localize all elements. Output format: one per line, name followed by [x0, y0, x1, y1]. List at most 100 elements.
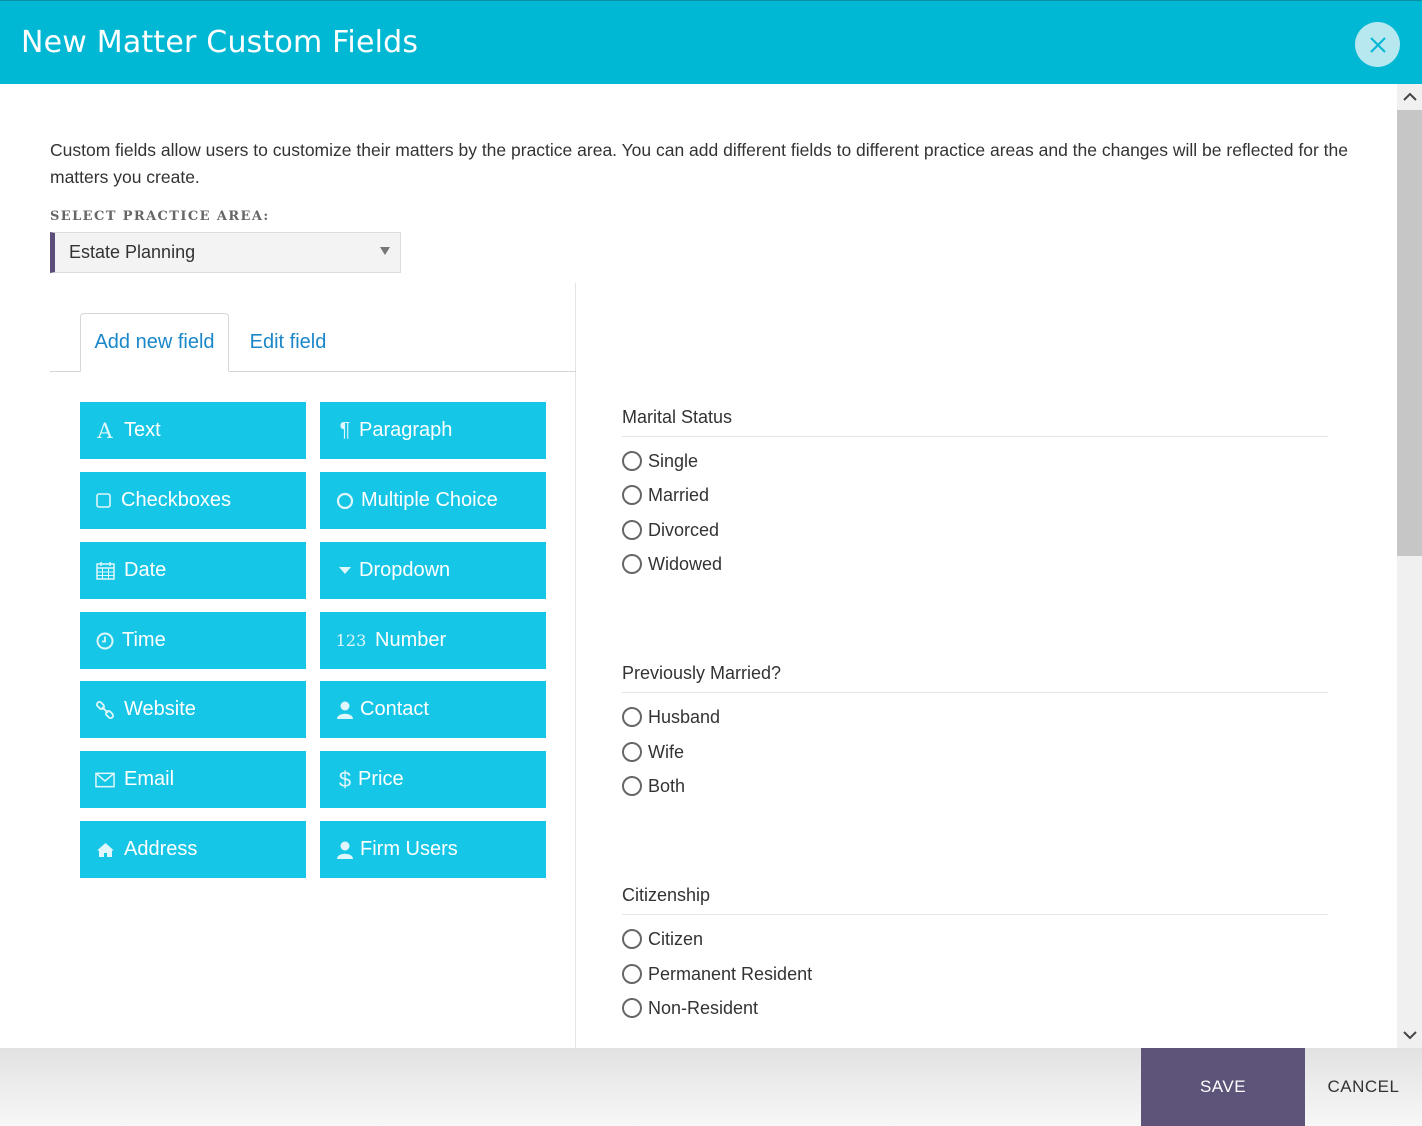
field-type-label: Website	[124, 698, 196, 720]
add-firm-users-field-button[interactable]: Firm Users	[320, 821, 546, 878]
field-type-label: Paragraph	[359, 419, 453, 441]
chevron-up-icon	[1402, 92, 1417, 101]
paragraph-icon: ¶	[339, 419, 351, 441]
field-group-divider	[622, 436, 1328, 437]
radio-label: Both	[648, 775, 686, 796]
intro-text: Custom fields allow users to customize t…	[50, 140, 1348, 187]
radio-button[interactable]	[622, 964, 642, 984]
radio-option[interactable]: Single	[622, 449, 698, 473]
add-time-field-button[interactable]: Time	[80, 612, 306, 669]
chevron-down-icon	[1402, 1031, 1417, 1040]
scrollbar-thumb[interactable]	[1397, 110, 1422, 556]
practice-area-select[interactable]: Estate Planning	[50, 232, 401, 273]
add-number-field-button[interactable]: 123 Number	[320, 612, 546, 669]
cancel-button[interactable]: CANCEL	[1305, 1048, 1422, 1126]
dollar-icon: $	[335, 766, 355, 792]
calendar-icon	[95, 561, 115, 581]
radio-option[interactable]: Husband	[622, 705, 720, 729]
add-price-field-button[interactable]: $ Price	[320, 751, 546, 808]
add-paragraph-field-button[interactable]: ¶ Paragraph	[320, 402, 546, 459]
radio-label: Divorced	[648, 519, 720, 540]
radio-button[interactable]	[622, 520, 642, 540]
add-address-field-button[interactable]: Address	[80, 821, 306, 878]
radio-option[interactable]: Citizen	[622, 927, 703, 951]
save-button[interactable]: SAVE	[1141, 1048, 1305, 1126]
field-group-divider	[622, 914, 1328, 915]
add-checkboxes-field-button[interactable]: Checkboxes	[80, 472, 306, 529]
tab-add-new-field[interactable]: Add new field	[80, 313, 229, 372]
field-type-label: Time	[122, 629, 166, 651]
field-type-label: Number	[375, 629, 447, 651]
radio-label: Wife	[648, 741, 684, 762]
dollar-icon-text: $	[338, 766, 352, 792]
radio-option[interactable]: Widowed	[622, 552, 722, 576]
number-icon-text: 123	[335, 631, 367, 650]
close-button[interactable]	[1355, 22, 1400, 67]
add-email-field-button[interactable]: Email	[80, 751, 306, 808]
home-icon	[95, 840, 115, 860]
tab-edit-field[interactable]: Edit field	[236, 313, 340, 372]
add-multiple-choice-field-button[interactable]: Multiple Choice	[320, 472, 546, 529]
radio-label: Widowed	[648, 553, 723, 574]
field-type-label: Text	[124, 419, 161, 441]
radio-label: Permanent Resident	[648, 963, 813, 984]
column-divider	[575, 283, 576, 1048]
radio-icon	[335, 491, 355, 511]
radio-label: Married	[648, 484, 710, 505]
radio-button[interactable]	[622, 929, 642, 949]
scroll-down-button[interactable]	[1397, 1022, 1422, 1048]
field-group-title: Marital Status	[622, 407, 733, 427]
radio-button[interactable]	[622, 742, 642, 762]
field-type-label: Dropdown	[359, 559, 451, 581]
user-icon	[335, 700, 355, 720]
caret-down-icon	[380, 247, 390, 255]
field-type-label: Date	[124, 559, 167, 581]
tab-label: Edit field	[249, 331, 327, 353]
field-group-title: Citizenship	[622, 885, 711, 905]
radio-option[interactable]: Married	[622, 483, 709, 507]
save-button-label: SAVE	[1199, 1077, 1247, 1096]
field-type-label: Email	[124, 768, 175, 790]
tab-label: Add new field	[94, 331, 215, 353]
caret-down-icon	[335, 561, 355, 581]
scroll-up-button[interactable]	[1397, 84, 1422, 110]
radio-label: Non-Resident	[648, 997, 759, 1018]
radio-button[interactable]	[622, 707, 642, 727]
number-icon: 123	[335, 631, 367, 651]
field-group-title: Previously Married?	[622, 663, 782, 683]
user-icon	[335, 840, 355, 860]
field-type-label: Contact	[360, 698, 429, 720]
add-text-field-button[interactable]: A Text	[80, 402, 306, 459]
radio-label: Husband	[648, 706, 721, 727]
cancel-button-label: CANCEL	[1327, 1077, 1400, 1096]
radio-button[interactable]	[622, 451, 642, 471]
radio-label: Single	[648, 450, 699, 471]
field-type-label: Checkboxes	[121, 489, 232, 511]
radio-label: Citizen	[648, 928, 704, 949]
add-contact-field-button[interactable]: Contact	[320, 681, 546, 738]
dialog-header: New Matter Custom Fields	[0, 0, 1422, 84]
radio-button[interactable]	[622, 998, 642, 1018]
radio-option[interactable]: Permanent Resident	[622, 962, 812, 986]
radio-button[interactable]	[622, 485, 642, 505]
field-type-label: Address	[124, 838, 198, 860]
field-type-label: Price	[358, 768, 404, 790]
radio-option[interactable]: Wife	[622, 740, 684, 764]
dialog-title: New Matter Custom Fields	[21, 25, 419, 60]
add-dropdown-field-button[interactable]: Dropdown	[320, 542, 546, 599]
clock-icon	[95, 631, 115, 651]
checkbox-icon	[95, 491, 111, 511]
radio-button[interactable]	[622, 554, 642, 574]
radio-option[interactable]: Both	[622, 774, 685, 798]
field-type-label: Multiple Choice	[361, 489, 498, 511]
radio-option[interactable]: Non-Resident	[622, 996, 758, 1020]
close-icon	[1369, 36, 1386, 53]
text-icon: A	[97, 418, 113, 443]
add-date-field-button[interactable]: Date	[80, 542, 306, 599]
field-type-label: Firm Users	[360, 838, 458, 860]
practice-area-label: SELECT PRACTICE AREA:	[50, 209, 270, 224]
add-website-field-button[interactable]: Website	[80, 681, 306, 738]
link-icon	[95, 700, 115, 720]
radio-option[interactable]: Divorced	[622, 518, 719, 542]
radio-button[interactable]	[622, 776, 642, 796]
